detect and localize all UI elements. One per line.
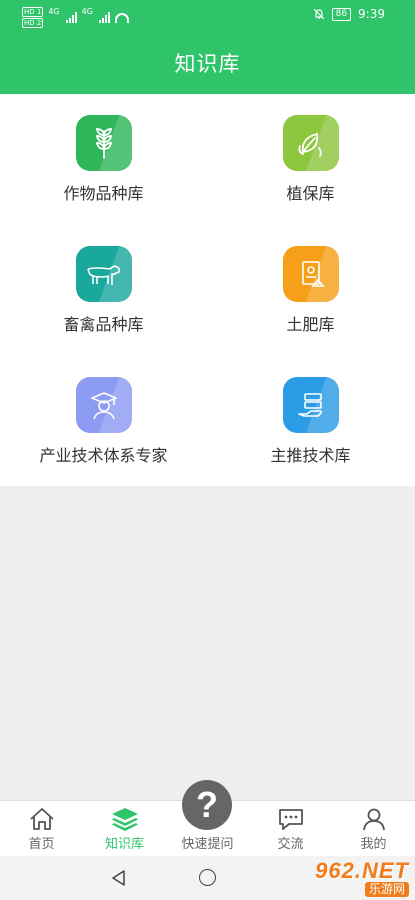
- cow-icon: [75, 246, 132, 302]
- page-header: 知识库: [0, 32, 415, 94]
- library-tile-crop[interactable]: 作物品种库: [0, 94, 207, 225]
- library-tile-promoted-tech[interactable]: 主推技术库: [207, 356, 414, 487]
- tab-home-label: 首页: [28, 837, 55, 852]
- fertilizer-bag-icon: [282, 246, 339, 302]
- library-label-promoted-tech: 主推技术库: [270, 446, 351, 465]
- library-tile-experts[interactable]: 产业技术体系专家: [0, 356, 207, 487]
- leaf-icon: [282, 115, 339, 171]
- watermark-bottom: 乐游网: [364, 881, 409, 897]
- expert-graduate-icon: [75, 377, 132, 433]
- chat-icon: [277, 807, 305, 831]
- tab-knowledge-base[interactable]: 知识库: [83, 801, 166, 857]
- battery-indicator: 86: [331, 7, 352, 21]
- back-triangle-icon[interactable]: [110, 869, 126, 887]
- tab-profile-label: 我的: [360, 837, 387, 852]
- home-icon: [29, 807, 55, 831]
- library-tile-soil-fertilizer[interactable]: 土肥库: [207, 225, 414, 356]
- tab-community[interactable]: 交流: [249, 801, 332, 857]
- watermark-logo: 962.NET 乐游网: [281, 858, 409, 898]
- library-label-plant-protection: 植保库: [286, 184, 335, 203]
- layers-icon: [111, 807, 139, 831]
- mute-bell-icon: [313, 8, 325, 20]
- sim2-badge: HD 2: [22, 18, 44, 28]
- sim1-badge: HD 1: [22, 7, 44, 17]
- clock: 9:39: [358, 7, 385, 21]
- tab-community-label: 交流: [277, 837, 304, 852]
- library-label-experts: 产业技术体系专家: [39, 446, 168, 465]
- library-label-crop: 作物品种库: [63, 184, 144, 203]
- signal-1-icon: [65, 12, 77, 23]
- signal-2-icon: [98, 12, 110, 23]
- library-tile-livestock[interactable]: 畜禽品种库: [0, 225, 207, 356]
- wifi-icon: [114, 12, 129, 23]
- person-icon: [362, 807, 386, 831]
- watermark-top: 962.NET: [315, 857, 409, 883]
- network-type-2: 4G: [81, 7, 93, 16]
- network-type-1: 4G: [48, 7, 60, 16]
- library-grid: 作物品种库 植保库 畜禽品种库 土肥库 产业技术体系专家 主推技术库: [0, 94, 415, 486]
- tech-hand-icon: [282, 377, 339, 433]
- status-right: 86 9:39: [313, 7, 385, 21]
- library-label-livestock: 畜禽品种库: [63, 315, 144, 334]
- library-label-soil-fertilizer: 土肥库: [286, 315, 335, 334]
- tab-profile[interactable]: 我的: [332, 801, 415, 857]
- wheat-icon: [75, 115, 132, 171]
- tab-quick-ask-label: 快速提问: [181, 837, 234, 852]
- library-tile-plant-protection[interactable]: 植保库: [207, 94, 414, 225]
- status-bar: HD 1 HD 2 4G 4G 86 9:39: [0, 0, 415, 32]
- tab-knowledge-base-label: 知识库: [104, 837, 144, 852]
- tab-home[interactable]: 首页: [0, 801, 83, 857]
- page-title: 知识库: [174, 52, 241, 76]
- question-icon[interactable]: ?: [182, 780, 232, 830]
- home-circle-icon[interactable]: [199, 869, 216, 886]
- status-left: HD 1 HD 2 4G 4G: [22, 7, 129, 28]
